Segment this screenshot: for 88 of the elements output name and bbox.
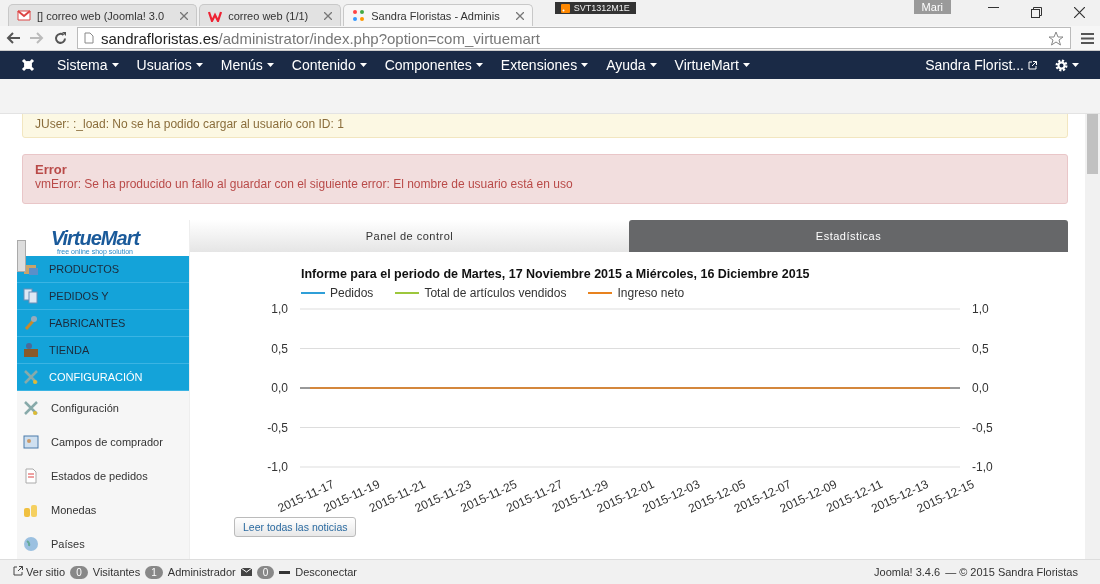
read-news-button[interactable]: Leer todas las noticias: [234, 517, 357, 537]
axis-label: 1,0: [972, 302, 989, 316]
logout-link[interactable]: Desconectar: [295, 566, 357, 578]
menu-item[interactable]: Campos de comprador: [17, 425, 189, 459]
axis-label: -1,0: [972, 460, 993, 474]
menu-item[interactable]: Estados de pedidos: [17, 459, 189, 493]
status-text: Administrador: [167, 566, 236, 578]
page-icon: [84, 32, 94, 44]
menu-item[interactable]: Países: [17, 527, 189, 561]
collapse-handle[interactable]: [17, 240, 26, 272]
axis-label: -0,5: [972, 420, 993, 435]
count-badge: 1: [145, 565, 163, 579]
view-site-link[interactable]: Ver sitio: [13, 566, 66, 578]
id-card-icon: [23, 434, 39, 450]
nav-menu[interactable]: Componentes: [375, 57, 492, 73]
menu-item[interactable]: Monedas: [17, 493, 189, 527]
documents-icon: [23, 288, 39, 304]
back-icon[interactable]: [6, 32, 20, 44]
wrench-icon: [23, 315, 39, 331]
nav-menu[interactable]: Extensiones: [491, 57, 598, 73]
menu-item[interactable]: Configuración: [17, 391, 189, 425]
caret-icon: [742, 63, 750, 67]
axis-label: -1,0: [267, 460, 288, 474]
nav-menu[interactable]: VirtueMart: [665, 57, 759, 73]
tools-icon: [23, 400, 39, 416]
axis-label: 0,5: [972, 341, 989, 356]
menu-icon[interactable]: [1081, 32, 1094, 44]
envelope-icon: [240, 568, 252, 576]
document-icon: [23, 468, 39, 484]
caret-icon: [649, 63, 657, 67]
message-heading: Error: [35, 162, 68, 177]
address-field[interactable]: sandrafloristas.es/administrator/index.php?option=com_virtuemart: [77, 27, 1071, 49]
axis-label: 1,0: [271, 302, 288, 316]
status-text: Visitantes: [92, 566, 141, 578]
chart-title: Informe para el periodo de Martes, 17 Noviembre 2015 a Miércoles, 16 Diciembre 2015: [301, 267, 811, 281]
external-link-icon: [1028, 60, 1037, 70]
caret-icon: [195, 63, 203, 67]
count-badge: 0: [256, 565, 275, 579]
browser-tab[interactable]: Sandra Floristas - Adminis: [343, 4, 533, 26]
copyright-text: — © 2015 Sandra Floristas: [945, 566, 1078, 578]
caret-icon: [111, 63, 119, 67]
caret-icon: [581, 63, 589, 67]
tools-icon: [23, 369, 39, 385]
bookmark-star-icon[interactable]: [1048, 30, 1064, 46]
nav-menu[interactable]: Ayuda: [597, 57, 666, 73]
restore-icon[interactable]: [1031, 7, 1042, 18]
count-badge: 0: [70, 565, 88, 579]
caret-icon: [1072, 63, 1079, 67]
nav-menu[interactable]: Menús: [211, 57, 283, 73]
menu-section[interactable]: PRODUCTOS: [17, 256, 189, 283]
close-icon[interactable]: [1074, 7, 1085, 18]
axis-label: 0,0: [972, 381, 989, 395]
feed-icon: [560, 3, 570, 13]
shop-icon: [23, 342, 39, 358]
message-text: JUser: :_load: No se ha podido cargar al usuario con ID: 1: [35, 117, 345, 131]
menu-section[interactable]: PEDIDOS Y: [17, 283, 189, 310]
scrollbar-thumb[interactable]: [1087, 114, 1098, 174]
message-text: vmError: Se ha producido un fallo al guardar con el siguiente error: El nombre de usuario está en uso: [35, 177, 574, 191]
user-link[interactable]: Sandra Florist...: [916, 57, 1046, 73]
browser-tab[interactable]: [] correo web (Joomla! 3.0: [8, 4, 198, 26]
logo-text: VirtueMart: [50, 228, 140, 249]
legend-item: Total de artículos vendidos: [395, 286, 567, 300]
caret-icon: [266, 63, 274, 67]
globe-icon: [23, 536, 39, 552]
minimize-icon[interactable]: [988, 7, 999, 9]
panel-tab[interactable]: Estadísticas: [629, 220, 1068, 252]
axis-label: -0,5: [267, 420, 288, 435]
mail-icon: [17, 10, 31, 21]
legend-item: Pedidos: [301, 286, 374, 300]
caret-icon: [475, 63, 483, 67]
legend-item: Ingreso neto: [588, 286, 685, 300]
browser-tab[interactable]: correo web (1/1): [199, 4, 342, 26]
nav-menu[interactable]: Sistema: [48, 57, 128, 73]
axis-label: 0,5: [271, 341, 288, 356]
browser-tab[interactable]: SVT1312M1E: [554, 2, 636, 14]
minus-icon: [279, 570, 291, 574]
nav-menu[interactable]: Usuarios: [127, 57, 212, 73]
reload-icon[interactable]: [54, 31, 67, 45]
external-link-icon: [13, 566, 23, 576]
letter-w-icon: [208, 9, 223, 22]
version-text: Joomla! 3.4.6: [874, 566, 941, 578]
nav-menu[interactable]: Contenido: [282, 57, 376, 73]
axis-label: 0,0: [271, 381, 288, 395]
caret-icon: [359, 63, 367, 67]
coins-icon: [23, 502, 39, 518]
menu-section[interactable]: FABRICANTES: [17, 310, 189, 337]
settings-icon: [1055, 58, 1068, 72]
menu-section[interactable]: TIENDA: [17, 337, 189, 364]
